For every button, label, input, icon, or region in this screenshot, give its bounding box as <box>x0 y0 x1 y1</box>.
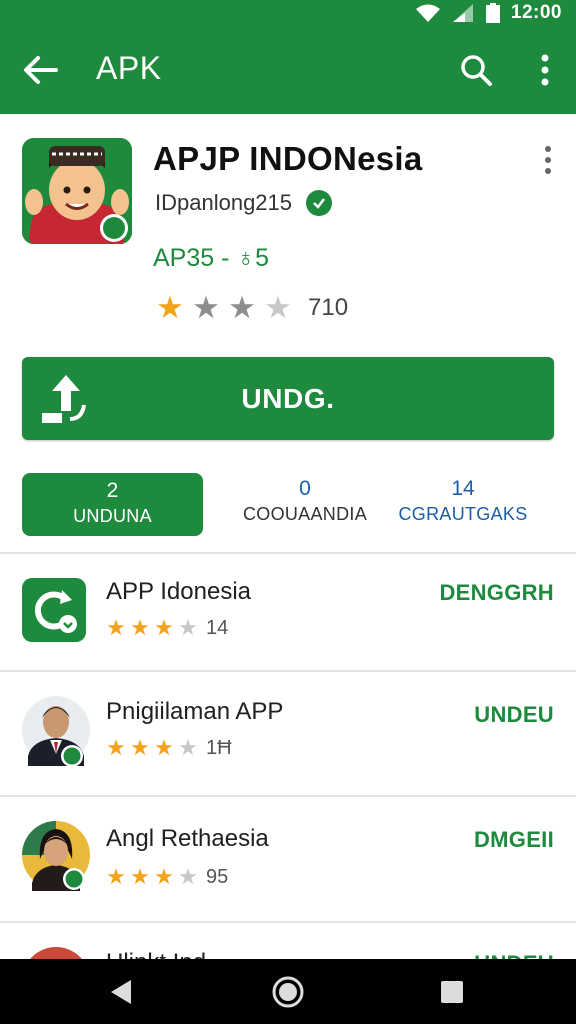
item-rating: ★ ★ ★ ★ 95 <box>104 865 228 889</box>
star-icon: ★ <box>130 615 150 640</box>
tab-count: 2 <box>106 479 119 502</box>
tab-coouaandia[interactable]: 0 COOUAANDIA <box>230 473 380 536</box>
star-icon: ★ <box>228 290 256 325</box>
app-icon <box>22 138 132 244</box>
battery-icon <box>485 3 500 23</box>
item-action-button[interactable]: DMGEII <box>474 827 554 853</box>
man-portrait-avatar <box>22 694 90 767</box>
app-name: APJP INDONesia <box>153 140 423 177</box>
nav-recents-button[interactable] <box>433 973 471 1011</box>
star-icon: ★ <box>178 735 198 760</box>
woman-portrait-avatar <box>22 819 90 891</box>
star-icon: ★ <box>106 615 126 640</box>
star-icon: ★ <box>178 864 198 889</box>
version-text: AP35 - ♁5 <box>153 244 270 272</box>
home-circle-icon <box>272 976 304 1008</box>
triangle-back-icon <box>111 980 131 1004</box>
status-time: 12:00 <box>510 2 562 23</box>
list-item[interactable]: Angl Rethaesia ★ ★ ★ ★ 95 DMGEII <box>0 797 576 921</box>
navigation-bar <box>0 959 576 1024</box>
item-title: Angl Rethaesia <box>106 825 269 852</box>
rating-row: ★ ★ ★ ★ 710 <box>152 292 348 323</box>
item-rating-count: 1Ħ <box>206 736 232 759</box>
list-item[interactable]: Pnigiilaman APP ★ ★ ★ ★ 1Ħ UNDEU <box>0 672 576 796</box>
tab-label: COOUAANDIA <box>242 504 368 524</box>
app-options-button[interactable] <box>538 142 558 178</box>
cell-signal-icon <box>452 4 473 22</box>
install-button[interactable]: UNDG. <box>22 357 554 440</box>
star-icon: ★ <box>130 864 150 889</box>
status-icons: 12:00 <box>415 2 562 24</box>
star-icon: ★ <box>192 290 220 325</box>
item-rating-count: 14 <box>206 616 229 639</box>
star-icon: ★ <box>106 735 126 760</box>
developer-row: IDpanlong215 <box>155 190 333 216</box>
star-icon: ★ <box>264 290 292 325</box>
rating-count: 710 <box>308 293 349 321</box>
app-bar: APK <box>0 28 576 114</box>
star-icon: ★ <box>178 615 198 640</box>
tab-count: 0 <box>299 477 311 500</box>
item-action-button[interactable]: UNDEU <box>474 702 554 728</box>
star-icon: ★ <box>154 615 174 640</box>
wifi-icon <box>415 4 440 22</box>
square-recents-icon <box>441 981 463 1003</box>
nav-back-button[interactable] <box>102 973 140 1011</box>
tab-count: 14 <box>451 477 475 500</box>
verified-badge-icon <box>306 190 333 216</box>
item-title: Ulinkt Ind... <box>106 949 226 959</box>
star-icon: ★ <box>154 735 174 760</box>
status-bar: 12:00 <box>0 0 576 28</box>
tab-cgrautgaks[interactable]: 14 CGRAUTGAKS <box>388 473 538 536</box>
star-icon: ★ <box>130 735 150 760</box>
list-item[interactable]: Ulinkt Ind... UNDEU <box>0 923 576 959</box>
tab-undun[interactable]: 2 UNDUNA <box>22 473 203 536</box>
item-action-button[interactable]: DENGGRH <box>439 580 554 606</box>
list-item[interactable]: APP Idonesia ★ ★ ★ ★ 14 DENGGRH <box>0 554 576 678</box>
tab-label: UNDUNA <box>73 506 152 526</box>
install-button-label: UNDG. <box>241 383 335 414</box>
item-title: APP Idonesia <box>106 578 251 605</box>
item-title: Pnigiilaman APP <box>106 698 284 725</box>
portrait-avatar <box>22 945 90 959</box>
star-icon: ★ <box>156 290 184 325</box>
back-button[interactable] <box>18 48 62 92</box>
developer-name[interactable]: IDpanlong215 <box>155 190 292 216</box>
item-rating: ★ ★ ★ ★ 1Ħ <box>104 735 232 760</box>
overflow-menu-button[interactable] <box>528 48 562 92</box>
star-icon: ★ <box>154 864 174 889</box>
search-button[interactable] <box>454 48 498 92</box>
star-icon: ★ <box>106 864 126 889</box>
cartoon-boy-icon <box>22 138 132 244</box>
app-bar-title: APK <box>96 50 162 86</box>
item-action-button[interactable]: UNDEU <box>474 951 554 959</box>
search-icon <box>461 55 492 86</box>
refresh-download-icon <box>22 578 86 642</box>
arrow-left-icon <box>24 56 58 84</box>
tab-label: CGRAUTGAKS <box>398 504 528 524</box>
nav-home-button[interactable] <box>269 973 307 1011</box>
item-rating: ★ ★ ★ ★ 14 <box>104 616 228 640</box>
item-rating-count: 95 <box>206 865 229 888</box>
more-vert-icon <box>545 146 551 174</box>
more-vert-icon <box>541 54 549 86</box>
